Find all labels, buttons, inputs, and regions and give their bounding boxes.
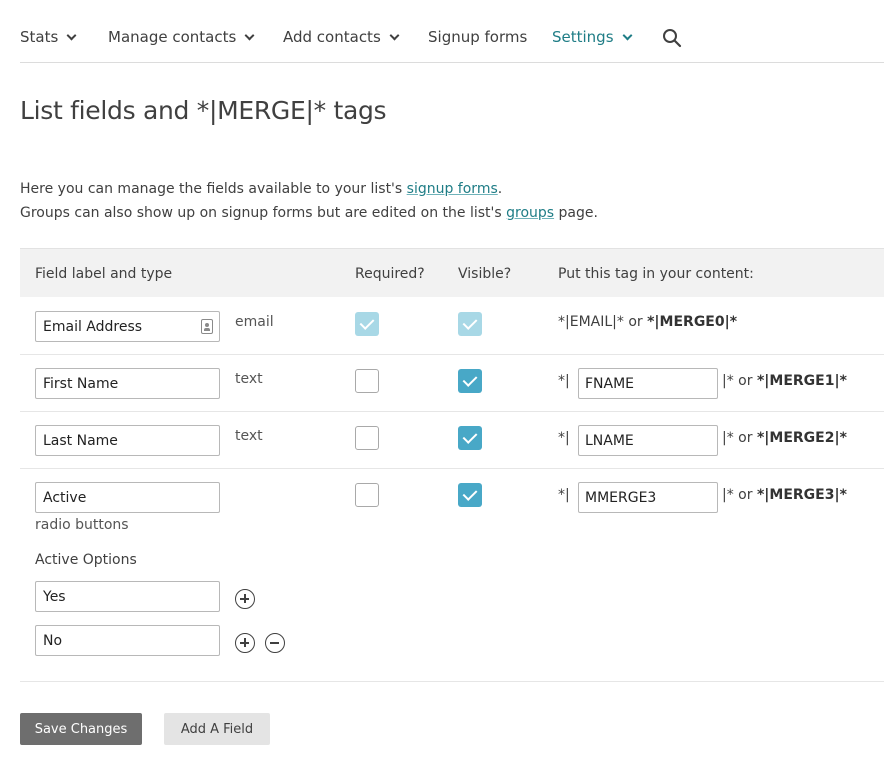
required-checkbox-last-name[interactable] <box>355 426 379 450</box>
tag-suffix: |* or *|MERGE3|* <box>722 487 847 503</box>
visible-checkbox-email <box>458 312 482 336</box>
header-tag: Put this tag in your content: <box>558 266 754 282</box>
row-divider <box>20 354 884 355</box>
page-title: List fields and *|MERGE|* tags <box>20 96 387 125</box>
option-input-no[interactable] <box>35 625 220 656</box>
tag-prefix: *| <box>558 430 570 446</box>
nav-item-label: Manage contacts <box>108 28 237 46</box>
required-checkbox-active[interactable] <box>355 483 379 507</box>
tag-suffix: |* or *|MERGE1|* <box>722 373 847 389</box>
search-icon[interactable] <box>662 28 682 48</box>
top-nav: Stats Manage contacts Add contacts Signu… <box>20 0 884 63</box>
visible-checkbox-first-name[interactable] <box>458 369 482 393</box>
save-changes-button[interactable]: Save Changes <box>20 713 142 745</box>
intro-text: page. <box>554 205 598 221</box>
remove-option-icon[interactable] <box>265 633 285 653</box>
groups-link[interactable]: groups <box>506 205 554 221</box>
options-heading: Active Options <box>35 552 137 568</box>
merge-tag-input-lname[interactable] <box>578 425 718 456</box>
header-required: Required? <box>355 266 425 282</box>
merge-tag: *|MERGE3|* <box>756 487 847 503</box>
contact-card-icon <box>201 319 213 334</box>
merge-tag-input-mmerge3[interactable] <box>578 482 718 513</box>
nav-item-label: Stats <box>20 28 59 46</box>
chevron-down-icon <box>622 30 632 40</box>
visible-checkbox-last-name[interactable] <box>458 426 482 450</box>
tag-text: *|EMAIL|* <box>558 314 624 330</box>
tag-suffix: |* or *|MERGE2|* <box>722 430 847 446</box>
tag-prefix: *| <box>558 487 570 503</box>
signup-forms-link[interactable]: signup forms <box>407 181 498 197</box>
required-checkbox-email <box>355 312 379 336</box>
visible-checkbox-active[interactable] <box>458 483 482 507</box>
add-option-icon[interactable] <box>235 633 255 653</box>
nav-item-settings[interactable]: Settings <box>552 28 632 46</box>
field-label-input-active[interactable] <box>35 482 220 513</box>
chevron-down-icon <box>389 30 400 40</box>
intro-line-1: Here you can manage the fields available… <box>20 181 502 197</box>
merge-tag-text: *|EMAIL|* or *|MERGE0|* <box>558 314 737 330</box>
merge-tag-input-fname[interactable] <box>578 368 718 399</box>
field-type-label: text <box>235 371 263 387</box>
add-field-button[interactable]: Add A Field <box>164 713 270 745</box>
row-divider <box>20 468 884 469</box>
field-type-label: text <box>235 428 263 444</box>
intro-line-2: Groups can also show up on signup forms … <box>20 205 598 221</box>
nav-item-label: Settings <box>552 28 614 46</box>
header-field-label: Field label and type <box>35 266 173 282</box>
required-checkbox-first-name[interactable] <box>355 369 379 393</box>
row-divider <box>20 681 884 682</box>
nav-item-manage-contacts[interactable]: Manage contacts <box>108 28 255 46</box>
merge-tag: *|MERGE0|* <box>647 314 738 330</box>
table-header: Field label and type Required? Visible? … <box>20 248 884 297</box>
tag-suffix-text: |* or <box>722 373 757 389</box>
field-type-label: radio buttons <box>35 517 129 533</box>
merge-tag: *|MERGE2|* <box>756 430 847 446</box>
tag-suffix-text: |* or <box>722 487 757 503</box>
intro-text: Groups can also show up on signup forms … <box>20 205 507 221</box>
nav-item-add-contacts[interactable]: Add contacts <box>283 28 400 46</box>
chevron-down-icon <box>244 30 255 40</box>
chevron-down-icon <box>66 30 77 40</box>
row-divider <box>20 411 884 412</box>
nav-item-label: Signup forms <box>428 28 528 46</box>
field-type-label: email <box>235 314 274 330</box>
add-option-icon[interactable] <box>235 589 255 609</box>
field-label-input-last-name[interactable] <box>35 425 220 456</box>
field-label-input-email[interactable] <box>35 311 220 342</box>
tag-suffix-text: |* or <box>722 430 757 446</box>
header-visible: Visible? <box>458 266 512 282</box>
tag-or: or <box>623 314 648 330</box>
nav-item-signup-forms[interactable]: Signup forms <box>428 28 527 46</box>
merge-tag: *|MERGE1|* <box>756 373 847 389</box>
intro-text: Here you can manage the fields available… <box>20 181 407 197</box>
nav-item-label: Add contacts <box>283 28 381 46</box>
field-label-input-first-name[interactable] <box>35 368 220 399</box>
intro-text: . <box>497 181 503 197</box>
option-input-yes[interactable] <box>35 581 220 612</box>
tag-prefix: *| <box>558 373 570 389</box>
nav-item-stats[interactable]: Stats <box>20 28 77 46</box>
